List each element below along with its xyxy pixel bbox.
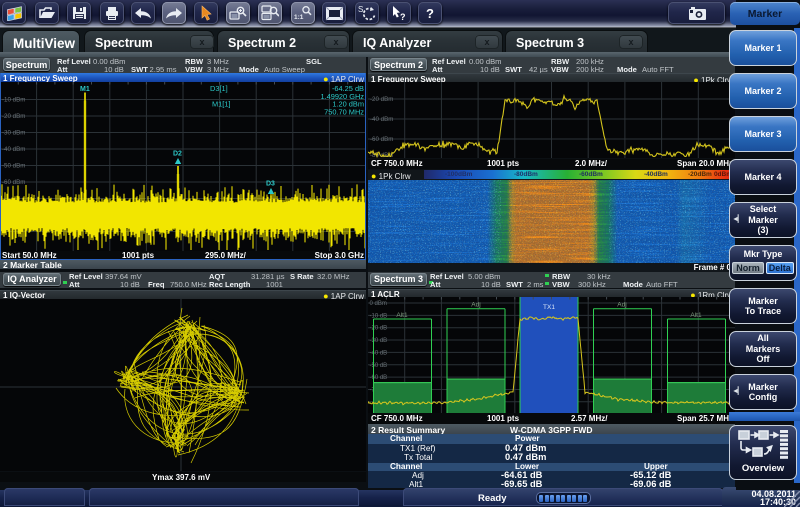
svg-text:-10 dBm: -10 dBm [2,96,25,103]
svg-text:0 dBm: 0 dBm [370,301,387,307]
svg-text:-60 dBm: -60 dBm [370,136,393,143]
svg-text:-60 dB: -60 dB [370,375,388,381]
svg-text:-40 dB: -40 dB [370,350,388,356]
svg-text:-30 dBm: -30 dBm [2,129,25,136]
svg-text:-40 dBm: -40 dBm [370,116,393,123]
svg-text:D3[1]: D3[1] [210,84,228,93]
svg-text:-60 dBm: -60 dBm [2,179,25,186]
svg-text:-20 dBm: -20 dBm [370,96,393,103]
svg-text:Adj: Adj [471,302,480,309]
svg-text:-30 dB: -30 dB [370,338,388,344]
svg-text:-50 dB: -50 dB [370,363,388,369]
svg-text:-40 dBm: -40 dBm [2,146,25,153]
svg-text:750.70 MHz: 750.70 MHz [324,107,364,116]
svg-text:1:1: 1:1 [294,14,304,21]
svg-text:-50 dBm: -50 dBm [2,162,25,169]
svg-text:?: ? [400,12,406,22]
svg-text:?: ? [426,6,434,21]
svg-text:D2: D2 [173,150,182,157]
svg-text:TX1: TX1 [543,304,555,311]
svg-text:M1[1]: M1[1] [212,99,230,108]
svg-text:Adj: Adj [617,302,626,309]
svg-text:S: S [358,5,363,14]
svg-text:-20 dB: -20 dB [370,326,388,332]
svg-text:Alt1: Alt1 [690,312,702,319]
svg-text:D3: D3 [266,180,275,187]
svg-text:Alt1: Alt1 [396,312,408,319]
svg-text:M1: M1 [80,86,90,93]
svg-text:-20 dBm: -20 dBm [2,113,25,120]
